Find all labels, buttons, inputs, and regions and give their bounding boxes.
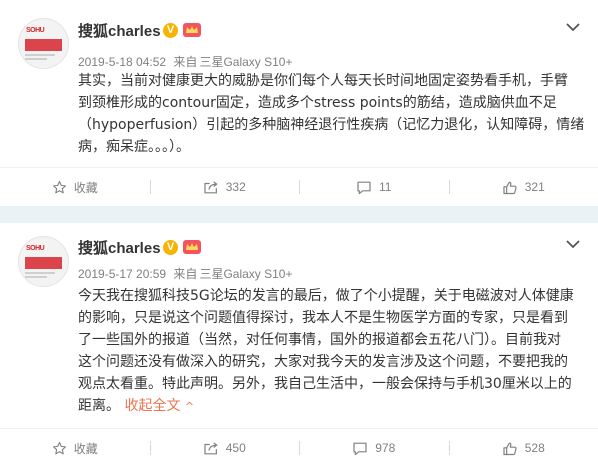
chevron-up-icon: ^ (184, 400, 195, 413)
verified-icon: V (163, 240, 178, 255)
repost-button[interactable]: 450 (149, 429, 300, 467)
repost-count: 450 (225, 441, 246, 455)
post-card: SOHU 搜狐charles V 2019-5-18 04:52 来自 三星Gal… (0, 0, 598, 206)
avatar-logo: SOHU (26, 27, 45, 34)
content-line: 到颈椎形成的contour固定，造成多个stress points的筋结，造成脑… (78, 95, 557, 111)
content-line: 了一些国外的报道（当然，对任何事情，国外的报道都会五花八门）。目前我对 (78, 332, 561, 348)
avatar-logo: SOHU (26, 245, 45, 252)
post-meta: 2019-5-18 04:52 来自 三星Galaxy S10+ (78, 53, 292, 70)
comment-icon (353, 442, 367, 455)
like-count: 321 (524, 180, 545, 194)
username[interactable]: 搜狐charles (78, 20, 161, 41)
avatar-decoration (25, 54, 55, 56)
comment-button[interactable]: 978 (299, 429, 449, 467)
avatar-banner (25, 39, 62, 51)
content-line: 病，痴呆症。。。）。 (78, 139, 190, 155)
star-icon (52, 441, 66, 454)
content-line: 今天我在搜狐科技5G论坛的发言的最后，做了个小提醒，关于电磁波对人体健康 (78, 288, 574, 304)
content-line: 其实，当前对健康更大的威胁是你们每个人每天长时间地固定姿势看手机，手臂 (78, 73, 568, 89)
avatar-decoration (25, 58, 47, 60)
post-content: 其实，当前对健康更大的威胁是你们每个人每天长时间地固定姿势看手机，手臂 到颈椎形… (78, 70, 585, 158)
like-button[interactable]: 528 (448, 429, 598, 467)
thumbs-up-icon (503, 181, 517, 194)
like-count: 528 (524, 441, 545, 455)
action-bar: 收藏 450 978 528 (0, 429, 598, 467)
comment-icon (357, 181, 371, 194)
favorite-button[interactable]: 收藏 (0, 168, 150, 206)
content-line-last: 距离。 收起全文 ^ (78, 395, 578, 418)
content-line: 这个问题还没有做深入的研究，大家对我今天的发言涉及这个问题，不要把我的 (78, 354, 568, 370)
avatar[interactable]: SOHU (18, 236, 69, 287)
timestamp[interactable]: 2019-5-18 04:52 (78, 55, 166, 69)
action-bar: 收藏 332 11 321 (0, 168, 598, 206)
avatar-decoration (25, 276, 47, 278)
repost-icon (204, 441, 218, 454)
post-content: 今天我在搜狐科技5G论坛的发言的最后，做了个小提醒，关于电磁波对人体健康 的影响… (78, 285, 578, 418)
source-prefix: 来自 (173, 55, 198, 69)
repost-count: 332 (225, 180, 246, 194)
collapse-label: 收起全文 (124, 398, 181, 414)
source-device: 三星Galaxy S10+ (199, 267, 293, 281)
repost-button[interactable]: 332 (149, 168, 300, 206)
avatar[interactable]: SOHU (18, 18, 69, 69)
content-line: 的影响，只是说这个问题值得探讨，我本人不是生物医学方面的专家，只是看到 (78, 310, 568, 326)
timestamp[interactable]: 2019-5-17 20:59 (78, 267, 166, 281)
star-icon (52, 180, 66, 193)
avatar-banner (25, 257, 62, 269)
chevron-down-icon[interactable] (566, 22, 580, 32)
vip-crown-icon (183, 23, 201, 37)
like-button[interactable]: 321 (448, 168, 598, 206)
content-text: 距离。 (78, 398, 120, 414)
content-line: 观点太看重。特此声明。另外，我自己生活中，一般会保持与手机30厘米以上的 (78, 376, 572, 392)
thumbs-up-icon (503, 442, 517, 455)
content-line: （hypoperfusion）引起的多种脑神经退行性疾病（记忆力退化，认知障碍，… (78, 117, 585, 133)
verified-icon: V (163, 23, 178, 38)
post-card: SOHU 搜狐charles V 2019-5-17 20:59 来自 三星Gal… (0, 223, 598, 469)
comment-button[interactable]: 11 (299, 168, 449, 206)
source-prefix: 来自 (173, 267, 198, 281)
vip-crown-icon (183, 240, 201, 254)
comment-count: 11 (379, 180, 392, 194)
source-device: 三星Galaxy S10+ (199, 55, 293, 69)
comment-count: 978 (375, 441, 396, 455)
favorite-button[interactable]: 收藏 (0, 429, 150, 467)
favorite-label: 收藏 (73, 180, 98, 195)
collapse-full-text-link[interactable]: 收起全文 ^ (124, 398, 194, 414)
username[interactable]: 搜狐charles (78, 237, 161, 258)
repost-icon (204, 180, 218, 193)
post-meta: 2019-5-17 20:59 来自 三星Galaxy S10+ (78, 265, 292, 282)
chevron-down-icon[interactable] (566, 239, 580, 249)
favorite-label: 收藏 (73, 441, 98, 456)
avatar-decoration (25, 272, 55, 274)
